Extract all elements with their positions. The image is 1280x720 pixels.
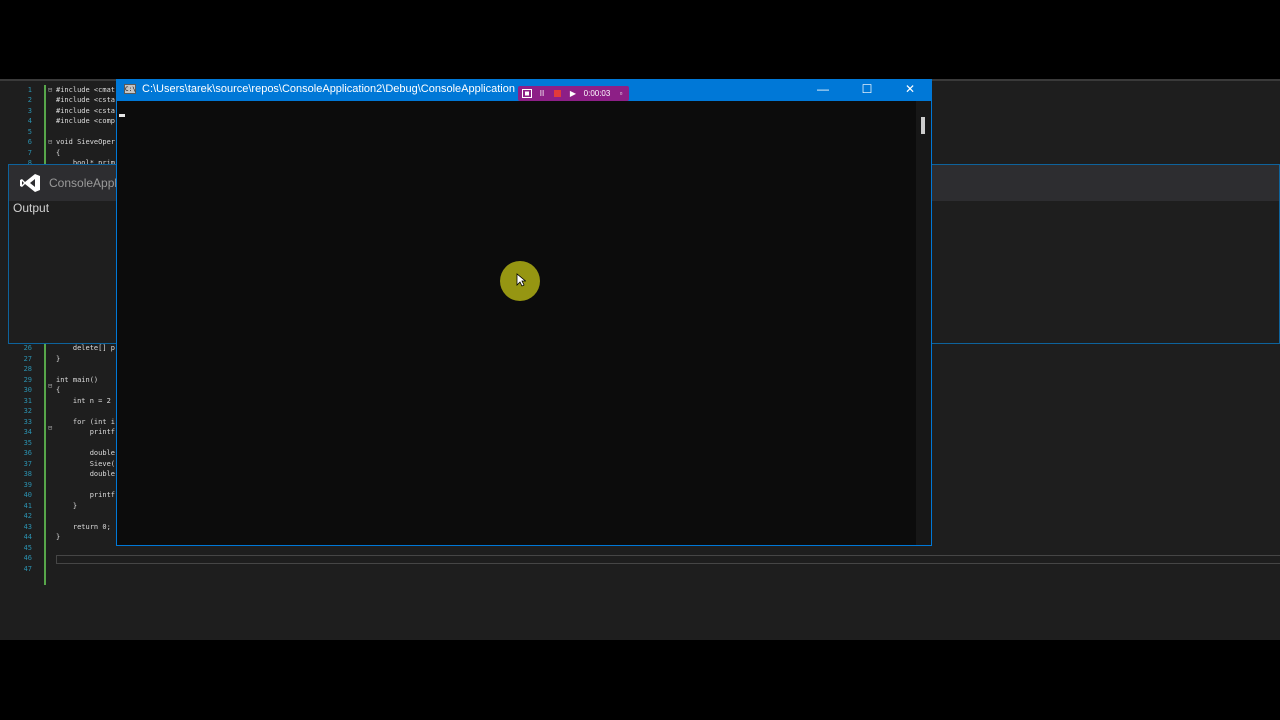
code-line: double: [56, 449, 116, 457]
code-line: double: [56, 470, 116, 478]
line-number: 26: [23, 344, 32, 352]
line-number: 31: [23, 397, 32, 405]
code-line: }: [56, 355, 61, 363]
line-number: 30: [23, 386, 32, 394]
console-title: C:\Users\tarek\source\repos\ConsoleAppli…: [142, 83, 515, 95]
line-number: 41: [23, 502, 32, 510]
line-number: 43: [23, 523, 32, 531]
app-title: ConsoleAppli: [49, 176, 120, 190]
recorder-timer: 0:00:03: [583, 89, 611, 98]
maximize-button[interactable]: ☐: [845, 80, 889, 101]
recorder-play-button[interactable]: ▶: [568, 86, 578, 101]
line-number: 46: [23, 554, 32, 562]
line-number: 27: [23, 355, 32, 363]
code-line: delete[] p: [56, 344, 116, 352]
output-label: Output: [13, 201, 50, 215]
code-line: #include <comp: [56, 117, 116, 125]
recorder-camera-icon[interactable]: [521, 86, 533, 101]
fold-toggle-icon[interactable]: ⊟: [48, 85, 52, 95]
line-number: 44: [23, 533, 32, 541]
line-number: 37: [23, 460, 32, 468]
screen-recorder-toolbar: II ▶ 0:00:03 ▫: [518, 86, 629, 101]
line-number: 47: [23, 565, 32, 573]
line-number: 29: [23, 376, 32, 384]
line-number: 39: [23, 481, 32, 489]
code-line: {: [56, 149, 61, 157]
minimize-button[interactable]: —: [801, 80, 845, 101]
code-line: for (int i: [56, 418, 116, 426]
fold-toggle-icon[interactable]: ⊟: [48, 137, 52, 147]
code-line: }: [56, 533, 61, 541]
recorder-stop-button[interactable]: [554, 90, 561, 97]
code-line: printf: [56, 491, 116, 499]
console-output-area[interactable]: [117, 101, 916, 545]
line-number: 4: [27, 117, 32, 125]
code-line: }: [56, 502, 78, 510]
scrollbar-thumb[interactable]: [921, 117, 925, 134]
line-number: 33: [23, 418, 32, 426]
line-number: 28: [23, 365, 32, 373]
code-line: printf: [56, 428, 116, 436]
line-number: 38: [23, 470, 32, 478]
recorder-close-button[interactable]: ▫: [616, 86, 626, 101]
visual-studio-logo-icon: [20, 174, 40, 192]
fold-toggle-icon[interactable]: ⊟: [48, 423, 52, 433]
line-number: 32: [23, 407, 32, 415]
console-icon: C:\: [124, 84, 136, 94]
line-number: 5: [27, 128, 32, 136]
line-number: 1: [27, 86, 32, 94]
line-number: 40: [23, 491, 32, 499]
line-number: 7: [27, 149, 32, 157]
code-line: return 0;: [56, 523, 111, 531]
code-line: #include <csta: [56, 107, 116, 115]
console-scrollbar[interactable]: [916, 101, 931, 545]
line-number: 36: [23, 449, 32, 457]
recorder-pause-button[interactable]: II: [537, 86, 547, 101]
line-number: 45: [23, 544, 32, 552]
code-line: #include <csta: [56, 96, 116, 104]
line-number: 35: [23, 439, 32, 447]
text-cursor: [119, 114, 125, 117]
line-number: 34: [23, 428, 32, 436]
code-line: #include <cmat: [56, 86, 116, 94]
code-line: Sieve(: [56, 460, 116, 468]
code-line: {: [56, 386, 61, 394]
code-line: int main(): [56, 376, 99, 384]
code-line: int n = 2: [56, 397, 111, 405]
line-number: 3: [27, 107, 32, 115]
mouse-pointer-icon: [516, 273, 526, 287]
current-line-highlight: [56, 555, 1280, 564]
close-button[interactable]: ✕: [888, 80, 932, 101]
code-line: void SieveOper: [56, 138, 116, 146]
fold-toggle-icon[interactable]: ⊟: [48, 381, 52, 391]
console-window[interactable]: C:\ C:\Users\tarek\source\repos\ConsoleA…: [116, 79, 932, 546]
line-number: 2: [27, 96, 32, 104]
line-number: 42: [23, 512, 32, 520]
line-number: 6: [27, 138, 32, 146]
